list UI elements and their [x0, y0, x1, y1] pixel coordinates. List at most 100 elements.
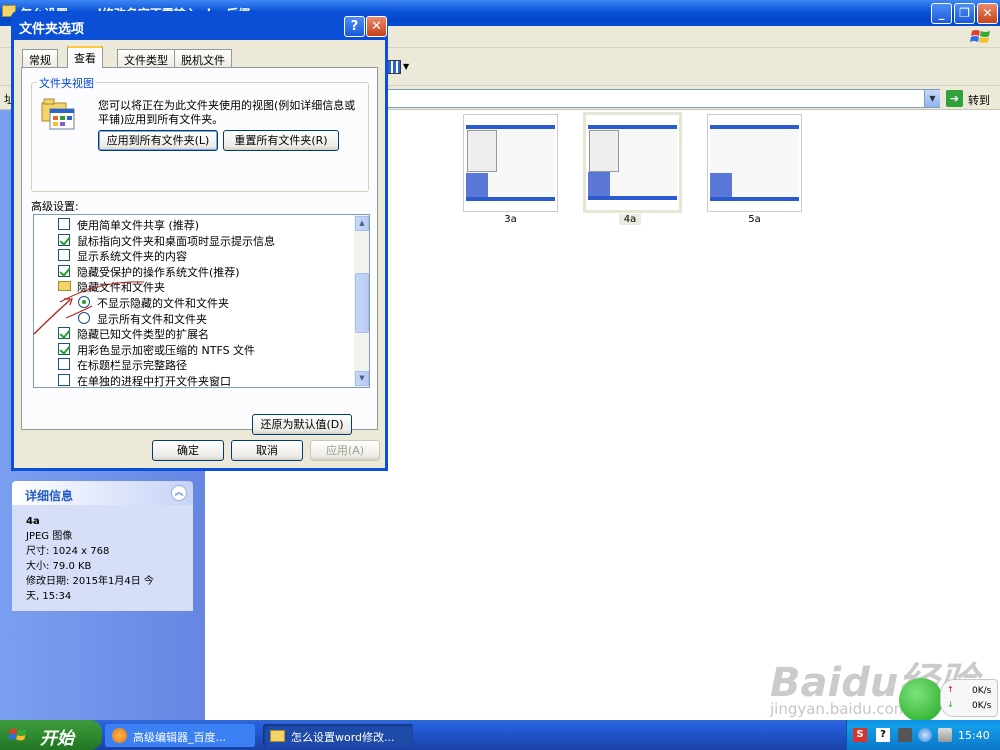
reset-all-folders-button[interactable]: 重置所有文件夹(R)	[223, 130, 339, 151]
apply-to-all-folders-button[interactable]: 应用到所有文件夹(L)	[98, 130, 218, 151]
folder-icon	[58, 281, 71, 292]
setting-row[interactable]: 不显示隐藏的文件和文件夹	[34, 295, 354, 310]
chevron-down-icon[interactable]: ▼	[403, 62, 409, 71]
details-title: 详细信息	[25, 489, 74, 503]
thumbnail-label-selected: 4a	[619, 214, 641, 225]
setting-label: 在单独的进程中打开文件夹窗口	[77, 375, 231, 388]
detail-size: 大小: 79.0 KB	[26, 561, 92, 572]
setting-row[interactable]: 用彩色显示加密或压缩的 NTFS 文件	[34, 342, 354, 357]
setting-checkbox[interactable]	[58, 249, 70, 262]
setting-checkbox[interactable]	[58, 374, 70, 386]
sogou-ime-icon[interactable]: S	[853, 728, 867, 742]
upload-arrow-icon: ↑	[947, 685, 954, 694]
device-tray-icon[interactable]	[898, 728, 912, 742]
thumbnail-label: 3a	[504, 214, 517, 225]
setting-checkbox[interactable]	[58, 327, 70, 340]
detail-dimensions: 尺寸: 1024 x 768	[26, 546, 110, 557]
dialog-title: 文件夹选项	[19, 22, 85, 37]
details-panel: 详细信息 ︽ 4a JPEG 图像 尺寸: 1024 x 768 大小: 79.…	[12, 481, 193, 611]
baidu-watermark-url: jingyan.baidu.com	[770, 700, 909, 718]
scroll-up-icon[interactable]: ▲	[355, 216, 369, 231]
settings-scrollbar[interactable]: ▲ ▼	[354, 214, 370, 388]
scroll-thumb[interactable]	[355, 273, 369, 333]
folder-options-dialog: 文件夹选项 ? ✕ 常规 查看 文件类型 脱机文件 文件夹视图 您可以将正在为此…	[11, 11, 388, 471]
volume-tray-icon[interactable]	[938, 728, 952, 742]
folder-views-label: 文件夹视图	[37, 75, 96, 91]
advanced-settings-label: 高级设置:	[31, 200, 79, 213]
details-header[interactable]: 详细信息 ︽	[12, 481, 193, 505]
dialog-close-button[interactable]: ✕	[366, 16, 387, 37]
setting-checkbox[interactable]	[58, 264, 70, 277]
address-input[interactable]	[385, 89, 940, 108]
cancel-button[interactable]: 取消	[231, 440, 303, 461]
tab-file-types[interactable]: 文件类型	[117, 49, 175, 67]
thumbnail-item[interactable]	[463, 114, 558, 212]
apply-button[interactable]: 应用(A)	[310, 440, 380, 461]
tab-general[interactable]: 常规	[22, 49, 58, 67]
baidu-paw-icon	[112, 728, 127, 743]
help-tray-icon[interactable]: ?	[876, 728, 890, 742]
go-arrow-icon[interactable]: ➔	[946, 90, 963, 107]
ok-button[interactable]: 确定	[152, 440, 224, 461]
setting-row[interactable]: 隐藏已知文件类型的扩展名	[34, 326, 354, 341]
maximize-button[interactable]: ❐	[954, 3, 975, 24]
setting-label: 显示所有文件和文件夹	[97, 312, 207, 326]
address-dropdown-icon[interactable]: ▼	[924, 90, 940, 107]
setting-row[interactable]: 显示所有文件和文件夹	[34, 311, 354, 326]
setting-label: 隐藏文件和文件夹	[77, 281, 165, 295]
windows-logo-icon	[970, 30, 990, 43]
go-button[interactable]: 转到	[968, 92, 990, 108]
download-speed: 0K/s	[972, 701, 992, 711]
minimize-button[interactable]: _	[931, 3, 952, 24]
setting-checkbox[interactable]	[58, 233, 70, 246]
thumbnail-item-selected[interactable]	[583, 112, 682, 213]
setting-radio[interactable]	[78, 311, 90, 324]
views-icon[interactable]	[387, 60, 401, 74]
setting-row[interactable]: 在标题栏显示完整路径	[34, 357, 354, 372]
setting-label: 显示系统文件夹的内容	[77, 250, 187, 264]
detail-filename: 4a	[26, 516, 40, 527]
setting-label: 不显示隐藏的文件和文件夹	[97, 297, 229, 310]
advanced-settings-list[interactable]: 使用简单文件共享 (推荐) 鼠标指向文件夹和桌面项时显示提示信息 显示系统文件夹的内…	[33, 214, 355, 388]
tab-offline-files[interactable]: 脱机文件	[174, 49, 232, 67]
folder-views-group: 文件夹视图 您可以将正在为此文件夹使用的视图(例如详细信息或平铺)应用到所有文件…	[31, 75, 369, 192]
restore-defaults-button[interactable]: 还原为默认值(D)	[252, 414, 352, 435]
windows-logo-icon	[8, 728, 27, 741]
start-label: 开始	[40, 729, 74, 749]
setting-radio[interactable]	[78, 296, 90, 308]
setting-row[interactable]: 鼠标指向文件夹和桌面项时显示提示信息	[34, 233, 354, 248]
detail-modified: 修改日期: 2015年1月4日 今	[26, 576, 154, 587]
thumbnail-item[interactable]	[707, 114, 802, 212]
view-tab-panel: 文件夹视图 您可以将正在为此文件夹使用的视图(例如详细信息或平铺)应用到所有文件…	[21, 67, 378, 435]
setting-checkbox[interactable]	[58, 358, 70, 371]
taskbar-item-explorer[interactable]: 怎么设置word修改...	[263, 724, 413, 747]
download-arrow-icon: ↓	[947, 700, 954, 709]
setting-label: 在标题栏显示完整路径	[77, 359, 187, 373]
setting-row[interactable]: 在单独的进程中打开文件夹窗口	[34, 373, 354, 388]
tab-view[interactable]: 查看	[67, 46, 103, 68]
setting-row[interactable]: 隐藏受保护的操作系统文件(推荐)	[34, 264, 354, 279]
help-button[interactable]: ?	[344, 16, 365, 37]
setting-label: 使用简单文件共享 (推荐)	[77, 219, 200, 232]
collapse-chevron-icon[interactable]: ︽	[171, 485, 187, 501]
speed-ball-icon[interactable]	[899, 678, 943, 722]
folder-views-icon	[41, 98, 75, 130]
setting-label: 鼠标指向文件夹和桌面项时显示提示信息	[77, 234, 275, 248]
taskbar-item-baidu-editor[interactable]: 高级编辑器_百度...	[105, 724, 255, 747]
clock: 15:40	[958, 729, 990, 742]
setting-row[interactable]: 隐藏文件和文件夹	[34, 279, 354, 294]
dialog-titlebar[interactable]: 文件夹选项 ? ✕	[14, 11, 387, 40]
dialog-body: 常规 查看 文件类型 脱机文件 文件夹视图 您可以将正在为此文件夹使用的视图(例…	[14, 40, 385, 468]
setting-checkbox[interactable]	[58, 218, 70, 230]
setting-row[interactable]: 使用简单文件共享 (推荐)	[34, 217, 354, 232]
setting-label: 隐藏受保护的操作系统文件(推荐)	[77, 265, 240, 279]
folder-views-description: 您可以将正在为此文件夹使用的视图(例如详细信息或平铺)应用到所有文件夹。	[98, 99, 356, 126]
network-tray-icon[interactable]	[918, 728, 932, 742]
upload-speed: 0K/s	[972, 686, 992, 696]
folder-icon	[270, 730, 285, 742]
explorer-close-button[interactable]: ✕	[977, 3, 998, 24]
setting-checkbox[interactable]	[58, 342, 70, 355]
thumbnail-label: 5a	[748, 214, 761, 225]
setting-row[interactable]: 显示系统文件夹的内容	[34, 248, 354, 263]
scroll-down-icon[interactable]: ▼	[355, 371, 369, 386]
